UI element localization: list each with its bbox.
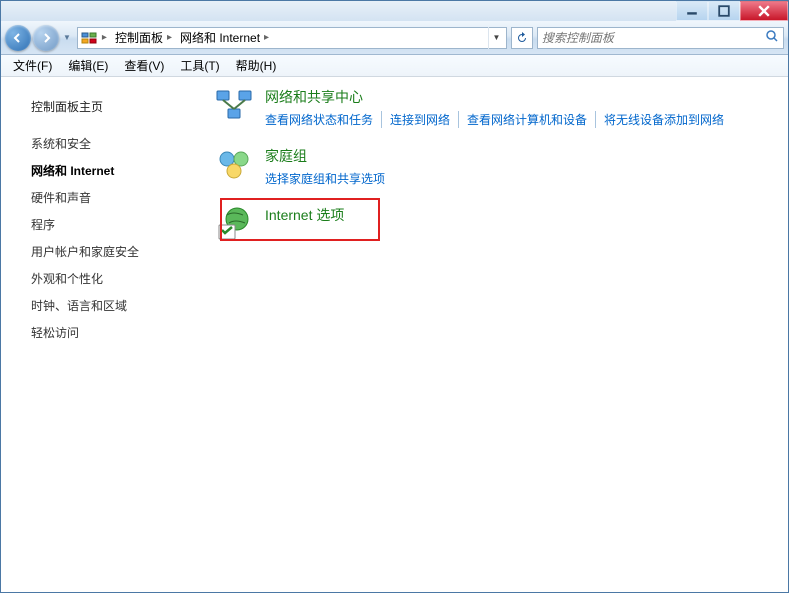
link-view-status[interactable]: 查看网络状态和任务 — [265, 111, 382, 128]
breadcrumb[interactable]: ▸ 控制面板▸ 网络和 Internet▸ ▼ — [77, 27, 507, 49]
sidebar-item-programs[interactable]: 程序 — [11, 211, 201, 238]
category-network-sharing: 网络和共享中心 查看网络状态和任务 连接到网络 查看网络计算机和设备 将无线设备… — [215, 87, 778, 128]
sidebar-item-ease[interactable]: 轻松访问 — [11, 319, 201, 346]
titlebar — [1, 1, 788, 21]
sidebar-home[interactable]: 控制面板主页 — [11, 93, 201, 120]
close-button[interactable] — [740, 1, 788, 21]
highlight-annotation — [220, 198, 380, 241]
link-connect[interactable]: 连接到网络 — [382, 111, 459, 128]
breadcrumb-root-label: 控制面板 — [115, 29, 163, 46]
menu-edit[interactable]: 编辑(E) — [60, 55, 116, 76]
sidebar: 控制面板主页 系统和安全 网络和 Internet 硬件和声音 程序 用户帐户和… — [1, 77, 201, 592]
window-controls — [676, 1, 788, 21]
minimize-button[interactable] — [676, 1, 708, 21]
search-box[interactable] — [537, 27, 784, 49]
forward-button[interactable] — [33, 25, 59, 51]
homegroup-icon — [215, 146, 253, 184]
nav-history-dropdown[interactable]: ▼ — [61, 33, 73, 42]
sidebar-item-security[interactable]: 系统和安全 — [11, 130, 201, 157]
sidebar-item-clock[interactable]: 时钟、语言和区域 — [11, 292, 201, 319]
menu-file[interactable]: 文件(F) — [5, 55, 60, 76]
breadcrumb-current[interactable]: 网络和 Internet▸ — [176, 28, 273, 48]
breadcrumb-dropdown[interactable]: ▼ — [488, 27, 504, 49]
breadcrumb-separator[interactable]: ▸ — [98, 28, 111, 48]
category-title-homegroup[interactable]: 家庭组 — [265, 146, 778, 166]
link-homegroup-options[interactable]: 选择家庭组和共享选项 — [265, 170, 393, 187]
sidebar-item-accounts[interactable]: 用户帐户和家庭安全 — [11, 238, 201, 265]
category-links: 查看网络状态和任务 连接到网络 查看网络计算机和设备 将无线设备添加到网络 — [265, 111, 778, 128]
content: 控制面板主页 系统和安全 网络和 Internet 硬件和声音 程序 用户帐户和… — [1, 77, 788, 592]
category-body: 家庭组 选择家庭组和共享选项 — [265, 146, 778, 187]
breadcrumb-current-label: 网络和 Internet — [180, 29, 260, 46]
network-sharing-icon — [215, 87, 253, 125]
category-links: 选择家庭组和共享选项 — [265, 170, 778, 187]
back-button[interactable] — [5, 25, 31, 51]
sidebar-item-hardware[interactable]: 硬件和声音 — [11, 184, 201, 211]
main: 网络和共享中心 查看网络状态和任务 连接到网络 查看网络计算机和设备 将无线设备… — [201, 77, 788, 592]
breadcrumb-root[interactable]: 控制面板▸ — [111, 28, 176, 48]
refresh-button[interactable] — [511, 27, 533, 49]
sidebar-item-appearance[interactable]: 外观和个性化 — [11, 265, 201, 292]
navbar: ▼ ▸ 控制面板▸ 网络和 Internet▸ ▼ — [1, 21, 788, 55]
menu-tools[interactable]: 工具(T) — [172, 55, 227, 76]
menu-view[interactable]: 查看(V) — [116, 55, 172, 76]
link-view-devices[interactable]: 查看网络计算机和设备 — [459, 111, 596, 128]
category-homegroup: 家庭组 选择家庭组和共享选项 — [215, 146, 778, 187]
control-panel-icon — [80, 29, 98, 47]
menubar: 文件(F) 编辑(E) 查看(V) 工具(T) 帮助(H) — [1, 55, 788, 77]
category-body: 网络和共享中心 查看网络状态和任务 连接到网络 查看网络计算机和设备 将无线设备… — [265, 87, 778, 128]
link-add-wireless[interactable]: 将无线设备添加到网络 — [596, 111, 732, 128]
nav-arrows: ▼ — [5, 25, 73, 51]
menu-help[interactable]: 帮助(H) — [228, 55, 285, 76]
maximize-button[interactable] — [708, 1, 740, 21]
category-title-network[interactable]: 网络和共享中心 — [265, 87, 778, 107]
control-panel-window: ▼ ▸ 控制面板▸ 网络和 Internet▸ ▼ 文件(F) 编辑(E) 查看… — [0, 0, 789, 593]
search-icon[interactable] — [765, 29, 779, 46]
search-input[interactable] — [542, 31, 765, 45]
sidebar-item-network[interactable]: 网络和 Internet — [11, 157, 201, 184]
